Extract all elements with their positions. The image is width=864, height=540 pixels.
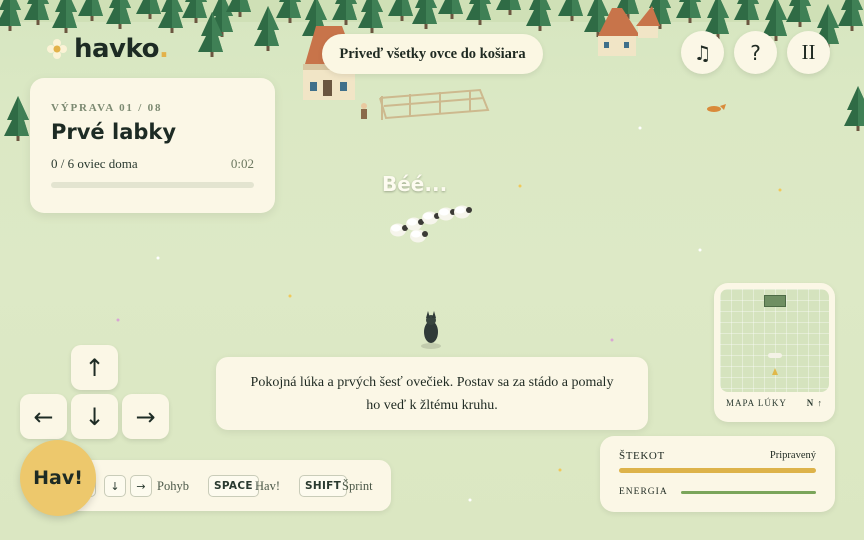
level-card: VÝPRAVA 01 / 08 Prvé labky 0 / 6 oviec d… bbox=[30, 78, 275, 213]
minimap-field bbox=[720, 289, 829, 392]
key-right: → bbox=[130, 475, 152, 497]
minimap-dog-marker bbox=[772, 368, 778, 375]
sheep-speech-bubble: Béé... bbox=[382, 172, 448, 196]
energy-fill bbox=[681, 490, 816, 494]
sprint-label: Šprint bbox=[342, 479, 373, 493]
bark-meter-state: Pripravený bbox=[769, 450, 816, 461]
bark-meter-bar bbox=[619, 468, 816, 473]
minimap: MAPA LÚKY N ↑ bbox=[714, 283, 835, 422]
music-note-icon: ♫ bbox=[693, 40, 712, 65]
dpad-left-button[interactable]: ← bbox=[20, 394, 67, 439]
bark-button[interactable]: Hav! bbox=[20, 440, 96, 516]
pause-button[interactable]: II bbox=[787, 31, 830, 74]
dpad-up-button[interactable]: ↑ bbox=[71, 345, 118, 390]
arrow-right-icon: → bbox=[135, 402, 156, 431]
sheep-flock bbox=[390, 205, 472, 243]
move-label: Pohyb bbox=[157, 479, 189, 493]
dpad-down-button[interactable]: ↓ bbox=[71, 394, 118, 439]
controls-legend: ↓ → Pohyb SPACE Hav! SHIFT Šprint bbox=[58, 460, 391, 511]
fox bbox=[707, 104, 726, 112]
logo-dot: . bbox=[158, 34, 169, 64]
minimap-pen-marker bbox=[764, 295, 786, 307]
status-card: ŠTEKOT Pripravený ENERGIA bbox=[600, 436, 835, 512]
arrow-left-icon: ← bbox=[33, 402, 54, 431]
question-mark-icon: ? bbox=[750, 40, 761, 65]
minimap-flock-marker bbox=[768, 353, 782, 358]
intro-dialog-text: Pokojná lúka a prvých šesť ovečiek. Post… bbox=[250, 374, 614, 413]
minimap-label: MAPA LÚKY bbox=[726, 398, 787, 408]
flower-icon bbox=[47, 39, 67, 59]
key-shift: SHIFT bbox=[299, 475, 348, 497]
level-title: Prvé labky bbox=[51, 120, 177, 144]
bark-key-label: Hav! bbox=[255, 479, 280, 493]
objective-banner: Priveď všetky ovce do košiara bbox=[322, 34, 543, 74]
app-logo: havko . bbox=[46, 34, 169, 64]
energy-label: ENERGIA bbox=[619, 487, 668, 497]
bark-meter-label: ŠTEKOT bbox=[619, 450, 665, 462]
level-label: VÝPRAVA 01 / 08 bbox=[51, 102, 163, 114]
sheep-pen-fence bbox=[379, 88, 490, 120]
farmer bbox=[361, 103, 367, 119]
arrow-up-icon: ↑ bbox=[84, 353, 105, 382]
intro-dialog: Pokojná lúka a prvých šesť ovečiek. Post… bbox=[216, 357, 648, 430]
north-indicator: N ↑ bbox=[806, 398, 823, 408]
dpad-right-button[interactable]: → bbox=[122, 394, 169, 439]
level-progress-bar bbox=[51, 182, 254, 188]
arrow-down-icon: ↓ bbox=[84, 402, 105, 431]
pause-icon: II bbox=[801, 40, 816, 64]
sheep-home-count: 0 / 6 oviec doma bbox=[51, 156, 138, 171]
music-button[interactable]: ♫ bbox=[681, 31, 724, 74]
bark-meter-fill bbox=[619, 468, 816, 473]
energy-bar bbox=[681, 490, 816, 494]
key-down: ↓ bbox=[104, 475, 126, 497]
sheepdog bbox=[421, 311, 441, 349]
logo-text: havko bbox=[74, 34, 159, 64]
help-button[interactable]: ? bbox=[734, 31, 777, 74]
level-timer: 0:02 bbox=[230, 156, 254, 171]
key-space: SPACE bbox=[208, 475, 259, 497]
